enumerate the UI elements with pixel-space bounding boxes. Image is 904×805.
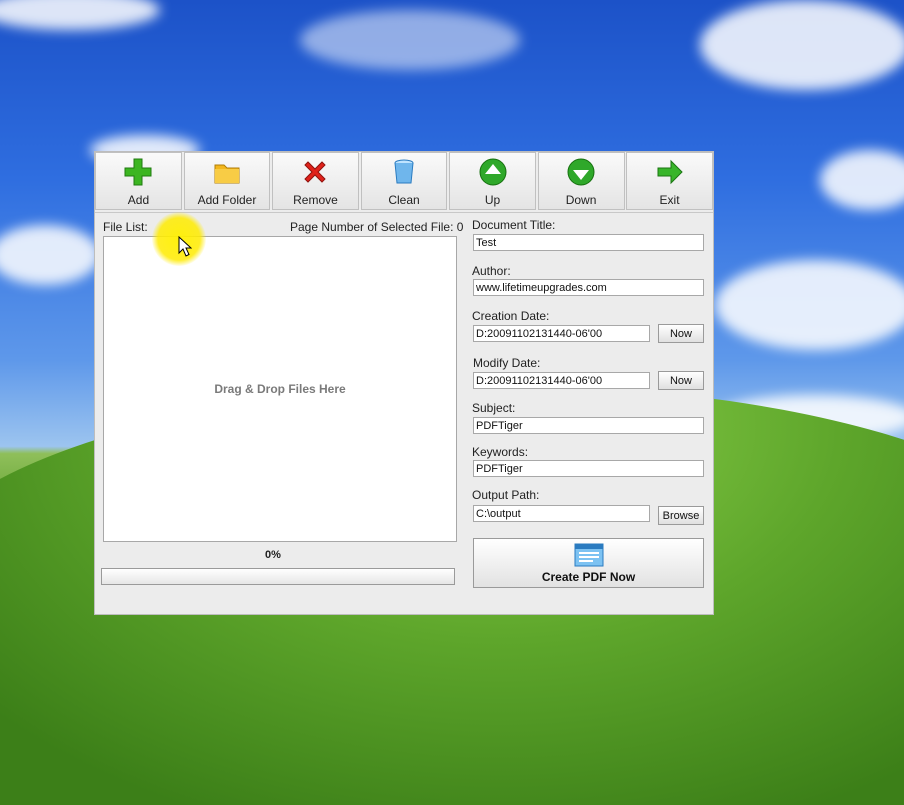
up-icon <box>476 155 510 189</box>
output-path-field[interactable] <box>473 505 650 522</box>
clean-button-label: Clean <box>388 193 420 207</box>
up-button[interactable]: Up <box>449 152 536 210</box>
progress-bar <box>101 568 455 585</box>
clean-button[interactable]: Clean <box>360 152 448 210</box>
down-icon <box>564 155 598 189</box>
add-folder-button[interactable]: Add Folder <box>183 152 271 210</box>
creation-date-field[interactable] <box>473 325 650 342</box>
author-label: Author: <box>472 264 511 278</box>
drop-hint: Drag & Drop Files Here <box>214 382 346 396</box>
create-pdf-label: Create PDF Now <box>541 569 636 584</box>
down-button[interactable]: Down <box>537 152 625 210</box>
creation-now-button[interactable]: Now <box>658 324 704 343</box>
add-icon <box>121 155 155 189</box>
exit-button-label: Exit <box>659 193 680 207</box>
create-pdf-button[interactable]: Create PDF Now <box>473 538 704 588</box>
author-field[interactable] <box>473 279 704 296</box>
remove-icon <box>298 155 332 189</box>
keywords-label: Keywords: <box>472 445 529 459</box>
output-path-label: Output Path: <box>472 488 540 502</box>
modify-date-label: Modify Date: <box>473 356 541 370</box>
add-button[interactable]: Add <box>95 152 182 210</box>
up-button-label: Up <box>484 193 501 207</box>
toolbar: Add Add Folder Remove Clean Up Down Exit <box>95 152 714 213</box>
remove-button-label: Remove <box>293 193 338 207</box>
add-button-label: Add <box>127 193 150 207</box>
file-list-dropzone[interactable]: Drag & Drop Files Here <box>103 236 457 542</box>
subject-field[interactable] <box>473 417 704 434</box>
subject-label: Subject: <box>472 401 516 415</box>
file-list-label: File List: <box>103 220 148 234</box>
exit-button[interactable]: Exit <box>626 152 714 210</box>
document-title-label: Document Title: <box>472 218 556 232</box>
creation-date-label: Creation Date: <box>472 309 550 323</box>
progress-text: 0% <box>265 549 281 561</box>
down-button-label: Down <box>565 193 597 207</box>
keywords-field[interactable] <box>473 460 704 477</box>
browse-button[interactable]: Browse <box>658 506 704 525</box>
remove-button[interactable]: Remove <box>272 152 359 210</box>
mouse-pointer-icon <box>178 236 192 257</box>
document-title-field[interactable] <box>473 234 704 251</box>
exit-icon <box>653 155 687 189</box>
add-folder-button-label: Add Folder <box>197 193 257 207</box>
modify-date-field[interactable] <box>473 372 650 389</box>
modify-now-button[interactable]: Now <box>658 371 704 390</box>
clean-icon <box>387 155 421 189</box>
page-number-label: Page Number of Selected File: 0 <box>290 220 464 234</box>
pdf-window-icon <box>574 543 604 570</box>
folder-icon <box>210 155 244 189</box>
